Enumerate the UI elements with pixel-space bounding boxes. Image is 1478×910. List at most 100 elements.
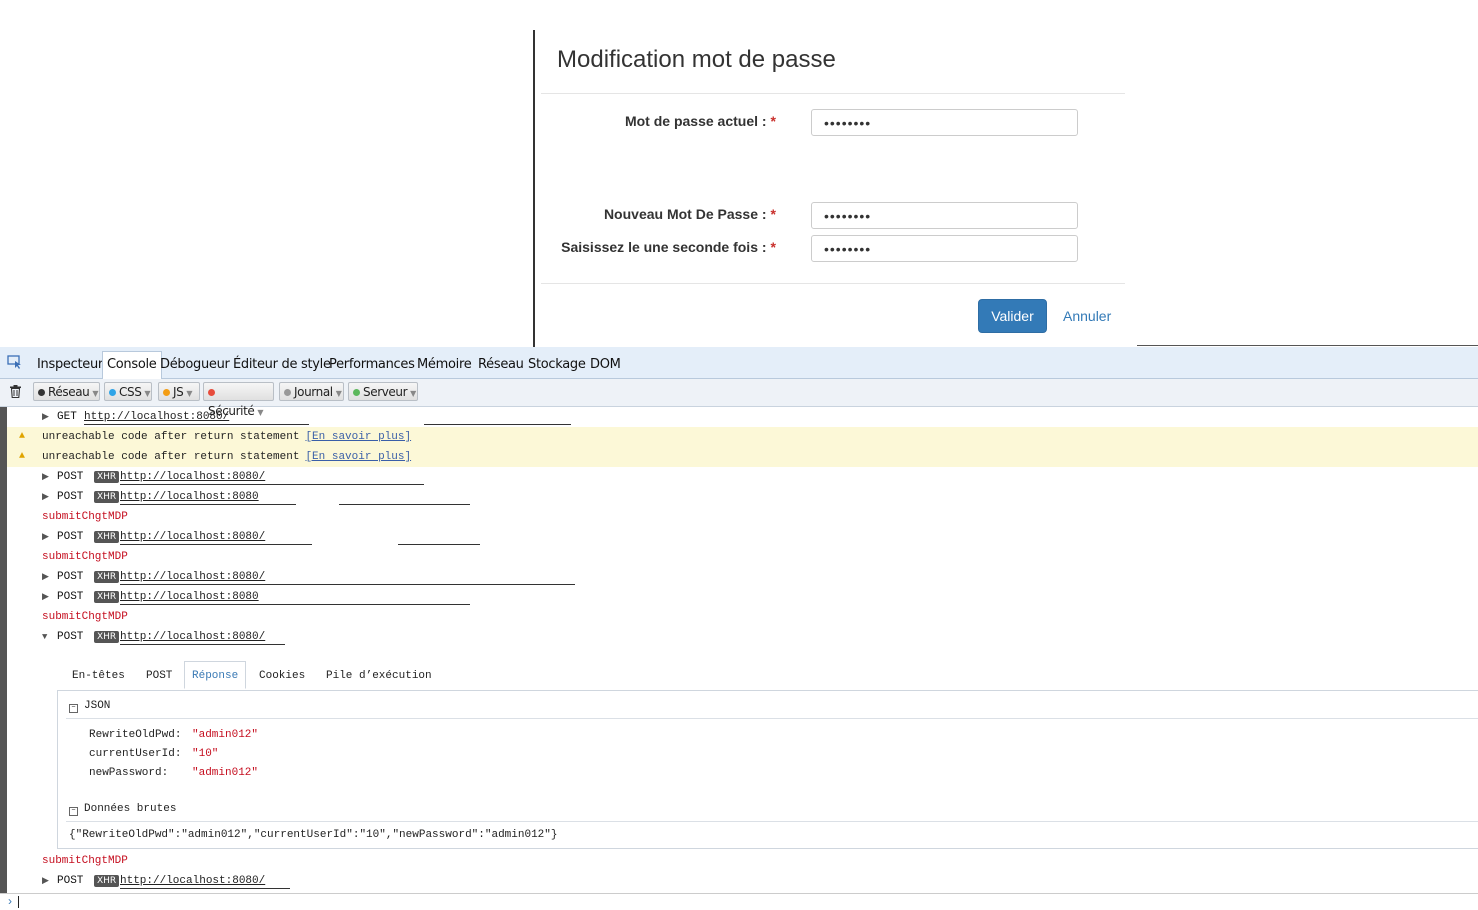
collapse-triangle-icon[interactable]: ▼ xyxy=(42,627,47,647)
trash-icon[interactable] xyxy=(10,385,21,401)
url-underline xyxy=(84,424,309,425)
tab-memoire[interactable]: Mémoire xyxy=(417,357,472,372)
console-request-row[interactable]: ▶ GET http://localhost:8080/ xyxy=(7,407,1478,427)
current-password-input[interactable]: •••••••• xyxy=(811,109,1078,136)
modal-footer-divider xyxy=(541,283,1125,284)
xhr-badge: XHR xyxy=(94,631,120,643)
warning-icon: ▲ xyxy=(19,451,26,462)
console-request-row-expanded[interactable]: ▼ POST XHR http://localhost:8080/ xyxy=(7,627,1478,647)
journal-dot-icon xyxy=(284,389,291,396)
console-warning-row: ▲ unreachable code after return statemen… xyxy=(7,427,1478,447)
console-request-row[interactable]: ▶ POST XHR http://localhost:8080/ xyxy=(7,527,1478,547)
url-underline xyxy=(120,484,424,485)
tab-editeur-de-style[interactable]: Éditeur de style xyxy=(233,357,331,372)
filter-css[interactable]: CSS ▼ xyxy=(104,382,152,401)
tab-dom[interactable]: DOM xyxy=(590,357,621,372)
raw-data-section-header[interactable]: − Données brutes xyxy=(69,803,176,816)
expand-triangle-icon[interactable]: ▶ xyxy=(42,467,49,487)
securite-dot-icon xyxy=(208,389,215,396)
learn-more-link[interactable]: [En savoir plus] xyxy=(305,451,411,463)
tab-cookies[interactable]: Cookies xyxy=(259,670,305,682)
collapse-minus-icon[interactable]: − xyxy=(69,704,78,713)
expand-triangle-icon[interactable]: ▶ xyxy=(42,567,49,587)
url-underline xyxy=(120,604,470,605)
tab-post[interactable]: POST xyxy=(146,670,172,682)
console-log-row: submitChgtMDP xyxy=(42,855,128,867)
css-dot-icon xyxy=(109,389,116,396)
console-input[interactable]: › xyxy=(0,893,1478,910)
password-change-modal: Modification mot de passe Mot de passe a… xyxy=(533,30,1125,347)
request-detail-panel: En-têtes POST Réponse Cookies Pile d’exé… xyxy=(57,661,1478,849)
console-request-row[interactable]: ▶ POST XHR http://localhost:8080/ xyxy=(7,871,1478,891)
expand-triangle-icon[interactable]: ▶ xyxy=(42,587,49,607)
tab-reseau[interactable]: Réseau xyxy=(478,357,524,372)
modal-header-divider xyxy=(541,93,1125,94)
filter-journal[interactable]: Journal ▼ xyxy=(279,382,344,401)
detail-tabbar: En-têtes POST Réponse Cookies Pile d’exé… xyxy=(57,661,1478,691)
url-underline xyxy=(424,424,571,425)
learn-more-link[interactable]: [En savoir plus] xyxy=(305,431,411,443)
filter-reseau[interactable]: Réseau ▼ xyxy=(33,382,100,401)
console-request-row[interactable]: ▶ POST XHR http://localhost:8080 xyxy=(7,587,1478,607)
url-underline xyxy=(120,504,296,505)
console-log-row: submitChgtMDP xyxy=(42,611,128,623)
console-output: ▶ GET http://localhost:8080/ ▲ unreachab… xyxy=(0,407,1478,893)
expand-triangle-icon[interactable]: ▶ xyxy=(42,527,49,547)
xhr-badge: XHR xyxy=(94,591,120,603)
tab-reponse[interactable]: Réponse xyxy=(184,661,247,689)
console-warning-row: ▲ unreachable code after return statemen… xyxy=(7,447,1478,467)
raw-response-text: {"RewriteOldPwd":"admin012","currentUser… xyxy=(69,829,558,841)
url-underline xyxy=(120,888,290,889)
new-password-input[interactable]: •••••••• xyxy=(811,202,1078,229)
json-entry: RewriteOldPwd: "admin012" xyxy=(89,729,259,741)
cancel-button[interactable]: Annuler xyxy=(1063,308,1111,324)
url-underline xyxy=(120,584,575,585)
json-section-header[interactable]: − JSON xyxy=(69,700,110,713)
url-underline xyxy=(120,544,312,545)
filter-serveur[interactable]: Serveur ▼ xyxy=(348,382,418,401)
url-underline xyxy=(120,644,285,645)
tab-stockage[interactable]: Stockage xyxy=(528,357,586,372)
url-underline xyxy=(339,504,470,505)
url-underline xyxy=(398,544,480,545)
json-entry: newPassword: "admin012" xyxy=(89,767,259,779)
warning-icon: ▲ xyxy=(19,431,26,442)
tab-debogueur[interactable]: Débogueur xyxy=(160,357,230,372)
confirm-password-label: Saisissez le une seconde fois : * xyxy=(561,239,776,255)
expand-triangle-icon[interactable]: ▶ xyxy=(42,407,49,427)
current-password-label: Mot de passe actuel : * xyxy=(624,113,776,129)
tab-pile-execution[interactable]: Pile d’exécution xyxy=(326,670,432,682)
tab-performances[interactable]: Performances xyxy=(329,357,415,372)
serveur-dot-icon xyxy=(353,389,360,396)
collapse-minus-icon[interactable]: − xyxy=(69,807,78,816)
tab-en-tetes[interactable]: En-têtes xyxy=(72,670,125,682)
expand-triangle-icon[interactable]: ▶ xyxy=(42,487,49,507)
xhr-badge: XHR xyxy=(94,531,120,543)
tab-inspecteur[interactable]: Inspecteur xyxy=(37,357,103,372)
devtools-panel: Inspecteur Console Débogueur Éditeur de … xyxy=(0,347,1478,909)
xhr-badge: XHR xyxy=(94,491,120,503)
tab-console[interactable]: Console xyxy=(102,351,162,379)
modal-title: Modification mot de passe xyxy=(557,46,836,73)
devtools-tabbar: Inspecteur Console Débogueur Éditeur de … xyxy=(0,347,1478,379)
validate-button[interactable]: Valider xyxy=(978,299,1047,333)
filter-js[interactable]: JS ▼ xyxy=(158,382,200,401)
response-body: − JSON RewriteOldPwd: "admin012" currentUs… xyxy=(57,690,1478,849)
console-filter-bar: Réseau ▼ CSS ▼ JS ▼ Sécurité ▼ Journal ▼ Serv… xyxy=(0,379,1478,418)
required-marker: * xyxy=(770,206,776,222)
console-request-row[interactable]: ▶ POST XHR http://localhost:8080 xyxy=(7,487,1478,507)
xhr-badge: XHR xyxy=(94,471,120,483)
console-log-row: submitChgtMDP xyxy=(42,551,128,563)
confirm-password-input[interactable]: •••••••• xyxy=(811,235,1078,262)
prompt-chevron-icon: › xyxy=(8,894,12,908)
filter-securite[interactable]: Sécurité ▼ xyxy=(203,382,274,418)
section-divider xyxy=(66,821,1478,822)
required-marker: * xyxy=(770,113,776,129)
xhr-badge: XHR xyxy=(94,875,120,887)
element-picker-icon[interactable] xyxy=(7,355,23,369)
console-request-row[interactable]: ▶ POST XHR http://localhost:8080/ xyxy=(7,567,1478,587)
console-request-row[interactable]: ▶ POST XHR http://localhost:8080/ xyxy=(7,467,1478,487)
required-marker: * xyxy=(770,239,776,255)
expand-triangle-icon[interactable]: ▶ xyxy=(42,871,49,891)
page-divider xyxy=(1137,345,1478,346)
